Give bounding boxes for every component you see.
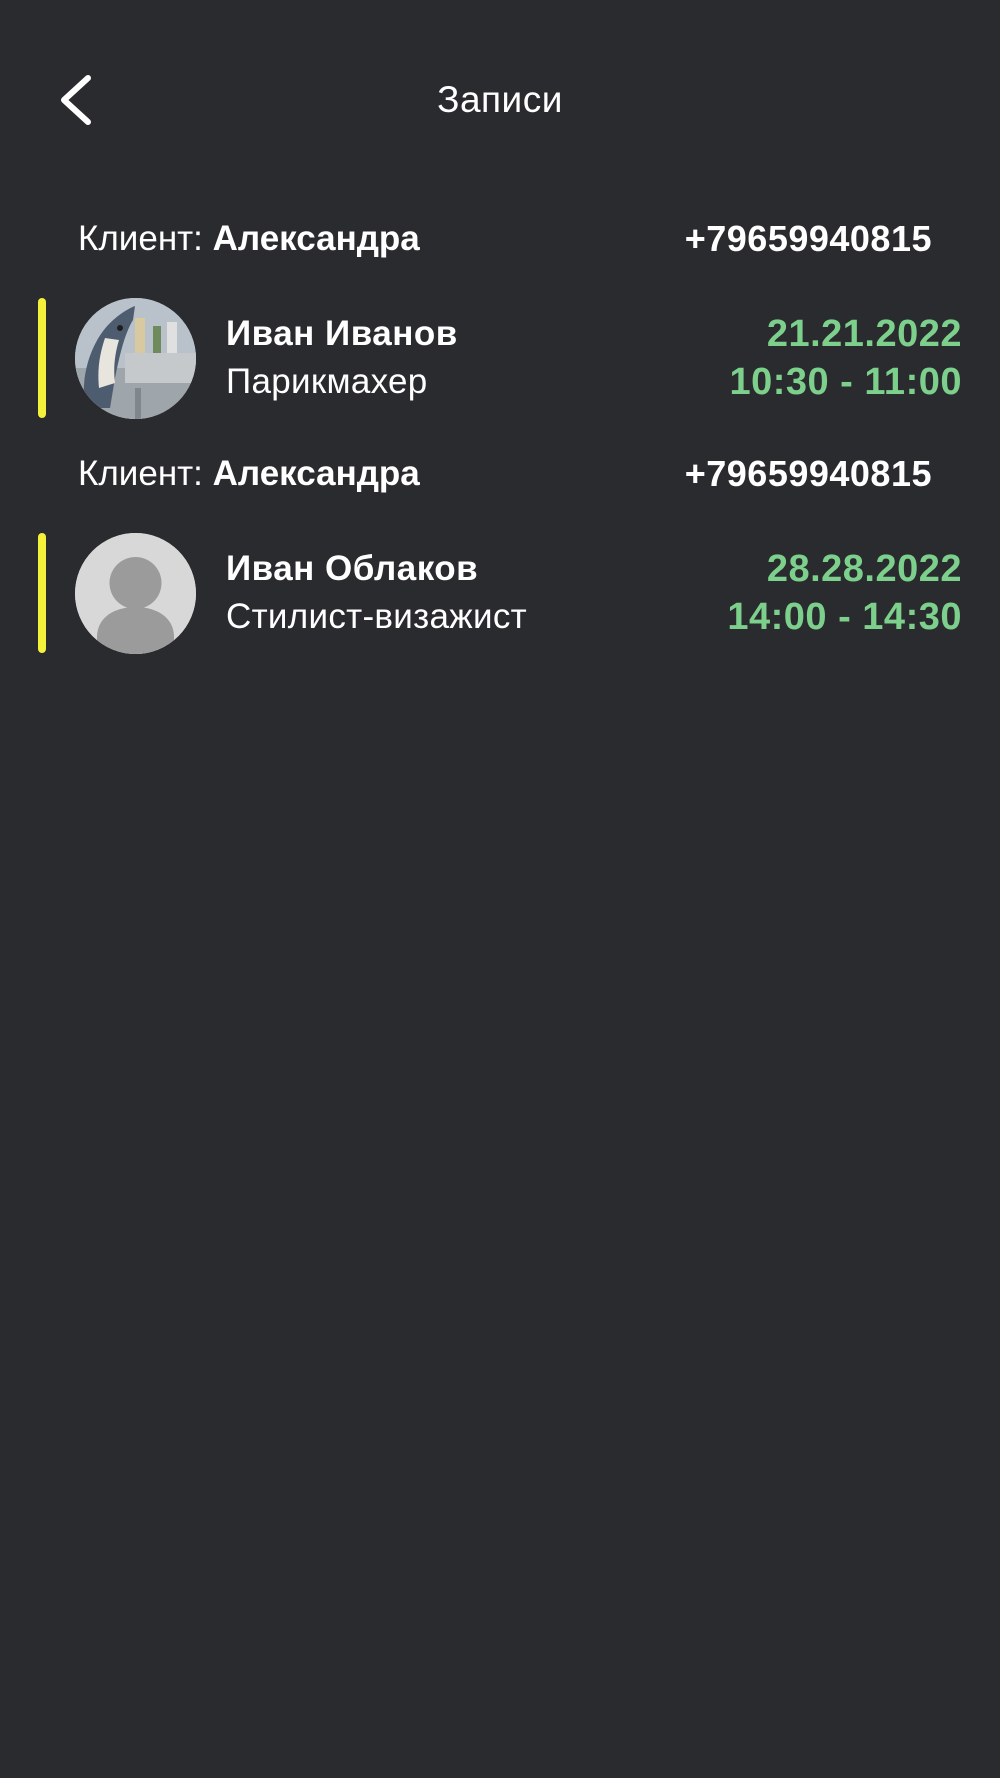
client-phone[interactable]: +79659940815 xyxy=(685,449,932,499)
specialist-name: Иван Иванов xyxy=(226,314,458,353)
booking-item[interactable]: Клиент: Александра +79659940815 Иван Обл… xyxy=(0,449,1000,659)
booking-item[interactable]: Клиент: Александра +79659940815 Иван Ива… xyxy=(0,214,1000,424)
header-bar: Записи xyxy=(0,0,1000,200)
client-name: Александра xyxy=(212,219,420,258)
client-phone[interactable]: +79659940815 xyxy=(685,214,932,264)
avatar xyxy=(75,298,196,419)
booking-status-bar xyxy=(38,533,46,653)
booking-time: 10:30 - 11:00 xyxy=(729,361,962,403)
booking-date: 21.21.2022 xyxy=(766,313,962,355)
avatar xyxy=(75,533,196,654)
page-title: Записи xyxy=(437,79,563,120)
booking-date: 28.28.2022 xyxy=(766,548,962,590)
client-row: Клиент: Александра +79659940815 xyxy=(78,449,932,499)
client-name: Александра xyxy=(212,454,420,493)
client-label: Клиент: xyxy=(78,454,213,493)
booking-time: 14:00 - 14:30 xyxy=(727,596,962,638)
user-placeholder-icon xyxy=(75,533,196,654)
specialist-photo xyxy=(75,298,196,419)
booking-status-bar xyxy=(38,298,46,418)
client-label: Клиент: xyxy=(78,219,213,258)
specialist-name: Иван Облаков xyxy=(226,549,479,588)
specialist-role: Парикмахер xyxy=(226,362,428,401)
specialist-role: Стилист-визажист xyxy=(226,597,527,636)
client-row: Клиент: Александра +79659940815 xyxy=(78,214,932,264)
